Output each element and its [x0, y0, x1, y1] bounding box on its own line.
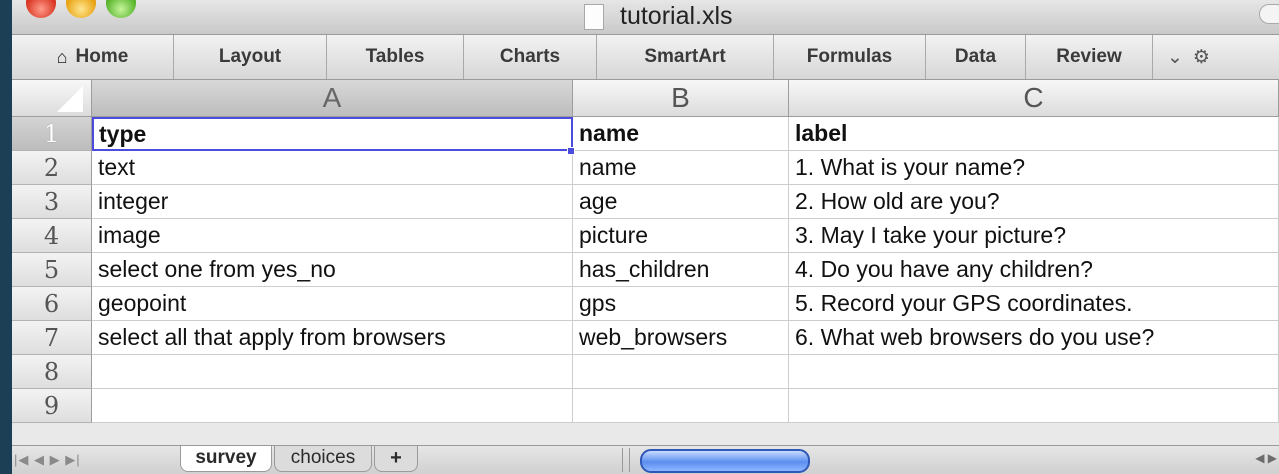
excel-window: tutorial.xls ⌂ Home Layout Tables Charts… — [12, 0, 1279, 474]
column-header-c[interactable]: C — [789, 80, 1279, 116]
cell-c6[interactable]: 5. Record your GPS coordinates. — [789, 287, 1279, 321]
row-header[interactable]: 4 — [12, 219, 92, 253]
cell-a6[interactable]: geopoint — [92, 287, 573, 321]
column-headers: A B C — [12, 80, 1279, 117]
sheet-tab-survey[interactable]: survey — [180, 446, 272, 472]
table-row: 3 integer age 2. How old are you? — [12, 185, 1279, 219]
table-row: 8 — [12, 355, 1279, 389]
select-all-triangle-icon — [57, 86, 83, 112]
add-sheet-button[interactable]: + — [374, 446, 418, 472]
chevron-down-icon[interactable]: ⌄ — [1167, 46, 1183, 69]
title-bar: tutorial.xls — [12, 0, 1279, 35]
row-header[interactable]: 5 — [12, 253, 92, 287]
cell-b6[interactable]: gps — [573, 287, 789, 321]
cell-b1[interactable]: name — [573, 117, 789, 151]
table-row: 4 image picture 3. May I take your pictu… — [12, 219, 1279, 253]
cell-a7[interactable]: select all that apply from browsers — [92, 321, 573, 355]
tab-data[interactable]: Data — [926, 35, 1026, 79]
column-header-b[interactable]: B — [573, 80, 789, 116]
cell-c5[interactable]: 4. Do you have any children? — [789, 253, 1279, 287]
row-header[interactable]: 1 — [12, 117, 92, 151]
row-header[interactable]: 2 — [12, 151, 92, 185]
sheet-nav-arrows-icon[interactable]: |◀ ◀ ▶ ▶| — [14, 452, 81, 468]
tab-review[interactable]: Review — [1026, 35, 1153, 79]
cell-b3[interactable]: age — [573, 185, 789, 219]
scroll-arrows-icon[interactable]: ◀ ▶ — [1255, 451, 1277, 465]
home-icon: ⌂ — [56, 46, 68, 67]
cell-c9[interactable] — [789, 389, 1279, 423]
ribbon-tabs: ⌂ Home Layout Tables Charts SmartArt For… — [12, 35, 1279, 80]
cell-c8[interactable] — [789, 355, 1279, 389]
row-header[interactable]: 8 — [12, 355, 92, 389]
close-window-button[interactable] — [26, 0, 56, 18]
tab-layout[interactable]: Layout — [174, 35, 327, 79]
cell-a2[interactable]: text — [92, 151, 573, 185]
zoom-window-button[interactable] — [106, 0, 136, 18]
table-row: 7 select all that apply from browsers we… — [12, 321, 1279, 355]
table-row: 2 text name 1. What is your name? — [12, 151, 1279, 185]
tab-data-label: Data — [954, 46, 997, 67]
tab-smartart-label: SmartArt — [644, 46, 726, 67]
tab-charts-label: Charts — [499, 46, 561, 67]
column-header-a[interactable]: A — [92, 80, 573, 116]
tab-tables[interactable]: Tables — [327, 35, 464, 79]
cell-a1[interactable]: type — [92, 117, 573, 151]
cell-a3[interactable]: integer — [92, 185, 573, 219]
select-all-corner[interactable] — [12, 80, 92, 116]
cell-b4[interactable]: picture — [573, 219, 789, 253]
tab-home[interactable]: ⌂ Home — [12, 35, 174, 79]
table-row: 1 type name label — [12, 117, 1279, 155]
sheet-tab-choices[interactable]: choices — [274, 446, 372, 472]
gear-icon[interactable]: ⚙ — [1193, 46, 1210, 69]
tab-tables-label: Tables — [365, 46, 425, 67]
tab-home-label: Home — [75, 46, 129, 67]
row-header[interactable]: 3 — [12, 185, 92, 219]
pane-splitter[interactable] — [622, 448, 630, 472]
fill-handle[interactable] — [567, 147, 575, 155]
cell-a9[interactable] — [92, 389, 573, 423]
cell-b2[interactable]: name — [573, 151, 789, 185]
cell-a8[interactable] — [92, 355, 573, 389]
toolbar-toggle-button[interactable] — [1259, 4, 1279, 24]
cell-b5[interactable]: has_children — [573, 253, 789, 287]
tab-formulas-label: Formulas — [806, 46, 893, 67]
tab-formulas[interactable]: Formulas — [774, 35, 926, 79]
cell-b9[interactable] — [573, 389, 789, 423]
table-row: 9 — [12, 389, 1279, 423]
tab-charts[interactable]: Charts — [464, 35, 597, 79]
table-row: 6 geopoint gps 5. Record your GPS coordi… — [12, 287, 1279, 321]
tab-review-label: Review — [1056, 46, 1122, 67]
minimize-window-button[interactable] — [66, 0, 96, 18]
cell-c3[interactable]: 2. How old are you? — [789, 185, 1279, 219]
tab-smartart[interactable]: SmartArt — [597, 35, 774, 79]
horizontal-scroll-thumb[interactable] — [640, 449, 810, 473]
cell-c1[interactable]: label — [789, 117, 1279, 151]
table-row: 5 select one from yes_no has_children 4.… — [12, 253, 1279, 287]
cell-c7[interactable]: 6. What web browsers do you use? — [789, 321, 1279, 355]
row-header[interactable]: 6 — [12, 287, 92, 321]
window-title: tutorial.xls — [620, 2, 733, 30]
cell-c4[interactable]: 3. May I take your picture? — [789, 219, 1279, 253]
sheet-tab-bar: |◀ ◀ ▶ ▶| survey choices + ◀ ▶ — [12, 445, 1279, 474]
tab-layout-label: Layout — [218, 46, 282, 67]
cell-a4[interactable]: image — [92, 219, 573, 253]
document-icon — [584, 4, 604, 30]
cell-c2[interactable]: 1. What is your name? — [789, 151, 1279, 185]
cell-b8[interactable] — [573, 355, 789, 389]
ribbon-overflow[interactable]: ⌄ ⚙ — [1153, 35, 1279, 79]
row-header[interactable]: 7 — [12, 321, 92, 355]
row-header[interactable]: 9 — [12, 389, 92, 423]
cell-a5[interactable]: select one from yes_no — [92, 253, 573, 287]
cell-b7[interactable]: web_browsers — [573, 321, 789, 355]
